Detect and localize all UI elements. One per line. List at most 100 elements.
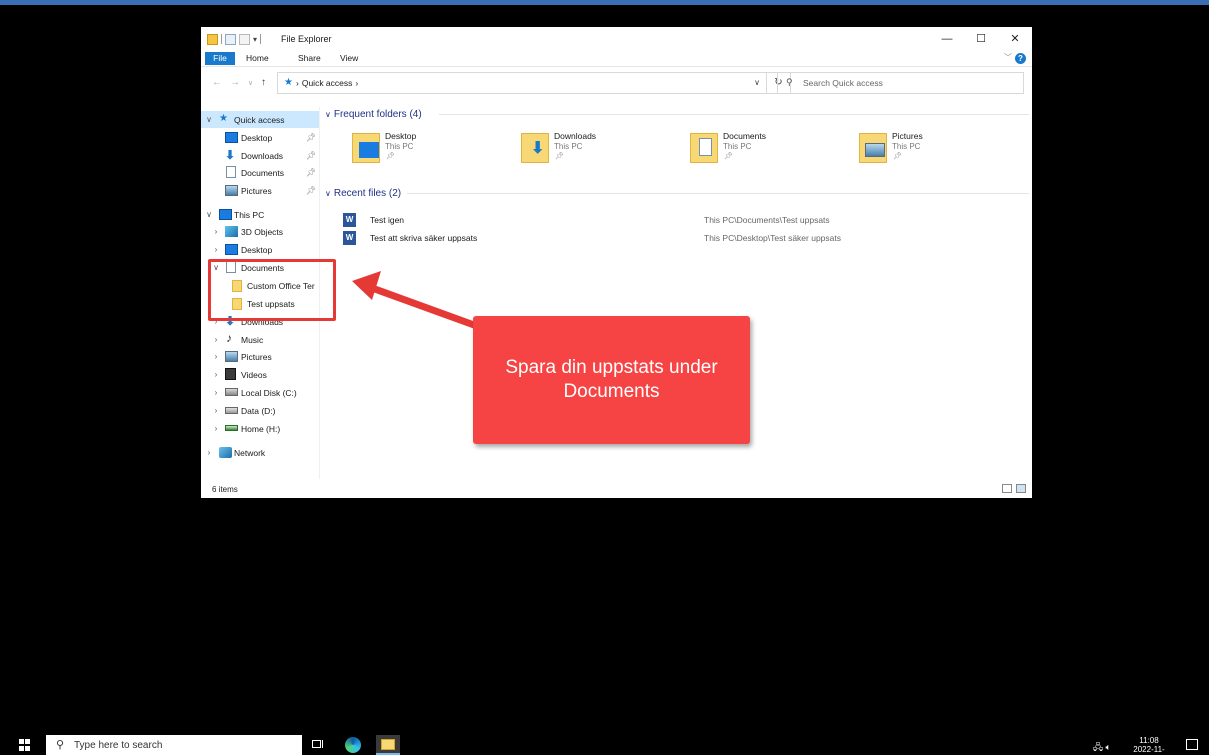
status-bar: 6 items (201, 481, 1032, 498)
folder-documents-icon (690, 133, 718, 163)
up-arrow-icon[interactable]: ↑ (261, 77, 266, 88)
nav-item-qa-pictures[interactable]: Pictures 📌︎ (201, 182, 319, 199)
annotation-callout: Spara din uppstats under Documents (473, 316, 750, 444)
nav-item-network[interactable]: › Network (201, 444, 319, 461)
tab-share[interactable]: Share (298, 52, 321, 65)
taskbar-search-input[interactable]: ⚲ Type here to search (46, 735, 302, 755)
address-row: ← → ∨ ↑ ★ › Quick access › ∨ ↻ ⚲ Search Qu… (201, 71, 1032, 95)
folder-desktop-icon (352, 133, 380, 163)
details-view-icon[interactable] (1002, 484, 1012, 493)
expanded-chevron-icon[interactable]: ∨ (204, 210, 214, 219)
network-volume-icons[interactable]: 🖧︎ 🔈︎ (1093, 740, 1125, 755)
recent-files-header[interactable]: ∨ Recent files (2) (325, 186, 401, 200)
tab-file[interactable]: File (205, 52, 235, 65)
maximize-button[interactable]: ☐ (964, 27, 998, 50)
group-collapse-chevron-icon[interactable]: ∨ (325, 189, 331, 198)
frequent-folder-downloads[interactable]: ⬇ Downloads This PC 📌︎ (521, 131, 681, 167)
pin-icon: 📌︎ (724, 153, 733, 160)
pin-icon: 📌︎ (893, 153, 902, 160)
address-path[interactable]: › Quick access › (296, 78, 358, 88)
collapsed-chevron-icon[interactable]: › (211, 352, 221, 361)
frequent-folder-documents[interactable]: Documents This PC 📌︎ (690, 131, 850, 167)
drive-icon (225, 407, 238, 414)
folder-pictures-icon (859, 133, 887, 163)
group-collapse-chevron-icon[interactable]: ∨ (325, 110, 331, 119)
large-icons-view-icon[interactable] (1016, 484, 1026, 493)
search-input[interactable]: ⚲ Search Quick access (777, 72, 1024, 94)
explorer-app-icon (207, 33, 218, 45)
music-note-icon: ♪ (226, 331, 232, 345)
quick-access-toolbar: ▾ (207, 33, 262, 45)
forward-arrow-icon[interactable]: → (230, 77, 240, 88)
recent-file-row[interactable]: W Test igen This PC\Documents\Test uppsa… (343, 211, 1033, 229)
pin-icon[interactable]: 📌︎ (306, 186, 316, 195)
frequent-folder-pictures[interactable]: Pictures This PC 📌︎ (859, 131, 1019, 167)
nav-item-qa-downloads[interactable]: ⬇ Downloads 📌︎ (201, 147, 319, 164)
address-dropdown-chevron-icon[interactable]: ∨ (754, 78, 760, 87)
system-tray: 🖧︎ 🔈︎ 11:08 2022-11-15 (1069, 735, 1209, 755)
nav-item-quick-access[interactable]: ∨ ★ Quick access (201, 111, 319, 128)
nav-item-qa-documents[interactable]: Documents 📌︎ (201, 164, 319, 181)
help-icon[interactable]: ? (1015, 53, 1026, 64)
ribbon-tabs: File Home Share View ﹀ ? (201, 50, 1032, 67)
collapsed-chevron-icon[interactable]: › (211, 406, 221, 415)
notification-icon[interactable] (1186, 739, 1198, 750)
clock[interactable]: 11:08 2022-11-15 (1129, 736, 1169, 755)
pictures-icon (225, 351, 238, 362)
nav-item-pc-desktop[interactable]: › Desktop (201, 241, 319, 258)
title-bar: ▾ File Explorer — ☐ ✕ (201, 27, 1032, 50)
recent-file-row[interactable]: W Test att skriva säker uppsats This PC\… (343, 229, 1033, 247)
file-explorer-taskbar-button[interactable] (376, 735, 400, 755)
start-button[interactable] (19, 739, 31, 751)
nav-item-local-disk-c[interactable]: › Local Disk (C:) (201, 384, 319, 401)
nav-item-3d-objects[interactable]: › 3D Objects (201, 223, 319, 240)
star-icon: ★ (219, 113, 228, 124)
collapsed-chevron-icon[interactable]: › (211, 388, 221, 397)
minimize-button[interactable]: — (930, 27, 964, 50)
close-button[interactable]: ✕ (998, 27, 1032, 50)
desktop-top-frame (0, 0, 1209, 5)
tab-view[interactable]: View (340, 52, 358, 65)
task-view-icon[interactable] (310, 737, 326, 753)
expand-ribbon-chevron-icon[interactable]: ﹀ (1004, 52, 1012, 63)
collapsed-chevron-icon[interactable]: › (204, 448, 214, 457)
nav-item-videos[interactable]: › Videos (201, 366, 319, 383)
network-drive-icon (225, 425, 238, 431)
collapsed-chevron-icon[interactable]: › (211, 335, 221, 344)
address-bar[interactable]: ★ › Quick access › ∨ (277, 72, 767, 94)
collapsed-chevron-icon[interactable]: › (211, 245, 221, 254)
pin-icon[interactable]: 📌︎ (306, 168, 316, 177)
back-arrow-icon[interactable]: ← (212, 77, 222, 88)
view-toggle (1002, 484, 1026, 493)
search-icon: ⚲ (56, 739, 65, 751)
window-controls: — ☐ ✕ (930, 27, 1032, 50)
nav-item-home-h[interactable]: › Home (H:) (201, 420, 319, 437)
edge-browser-icon[interactable] (345, 737, 361, 753)
expanded-chevron-icon[interactable]: ∨ (204, 115, 214, 124)
frequent-folders-header[interactable]: ∨ Frequent folders (4) (325, 107, 422, 121)
frequent-folder-desktop[interactable]: Desktop This PC 📌︎ (352, 131, 512, 167)
collapsed-chevron-icon[interactable]: › (211, 227, 221, 236)
pin-icon[interactable]: 📌︎ (306, 133, 316, 142)
tab-home[interactable]: Home (246, 52, 269, 65)
nav-item-qa-desktop[interactable]: Desktop 📌︎ (201, 129, 319, 146)
pin-icon[interactable]: 📌︎ (306, 151, 316, 160)
properties-icon[interactable] (225, 33, 236, 45)
nav-item-this-pc[interactable]: ∨ This PC (201, 206, 319, 223)
collapsed-chevron-icon[interactable]: › (211, 370, 221, 379)
nav-item-pc-pictures[interactable]: › Pictures (201, 348, 319, 365)
collapsed-chevron-icon[interactable]: › (211, 424, 221, 433)
window-title: File Explorer (281, 34, 332, 44)
folder-icon (381, 739, 395, 750)
nav-item-data-d[interactable]: › Data (D:) (201, 402, 319, 419)
search-icon: ⚲ (786, 77, 793, 87)
new-folder-icon[interactable] (239, 33, 250, 45)
desktop-icon (225, 244, 238, 255)
customize-toolbar-chevron-icon[interactable]: ▾ (253, 35, 257, 44)
word-document-icon: W (343, 213, 356, 227)
nav-item-music[interactable]: › ♪ Music (201, 331, 319, 348)
film-icon (225, 368, 236, 380)
recent-locations-chevron-icon[interactable]: ∨ (248, 79, 253, 87)
folder-downloads-icon: ⬇ (521, 133, 549, 163)
computer-icon (219, 209, 232, 220)
